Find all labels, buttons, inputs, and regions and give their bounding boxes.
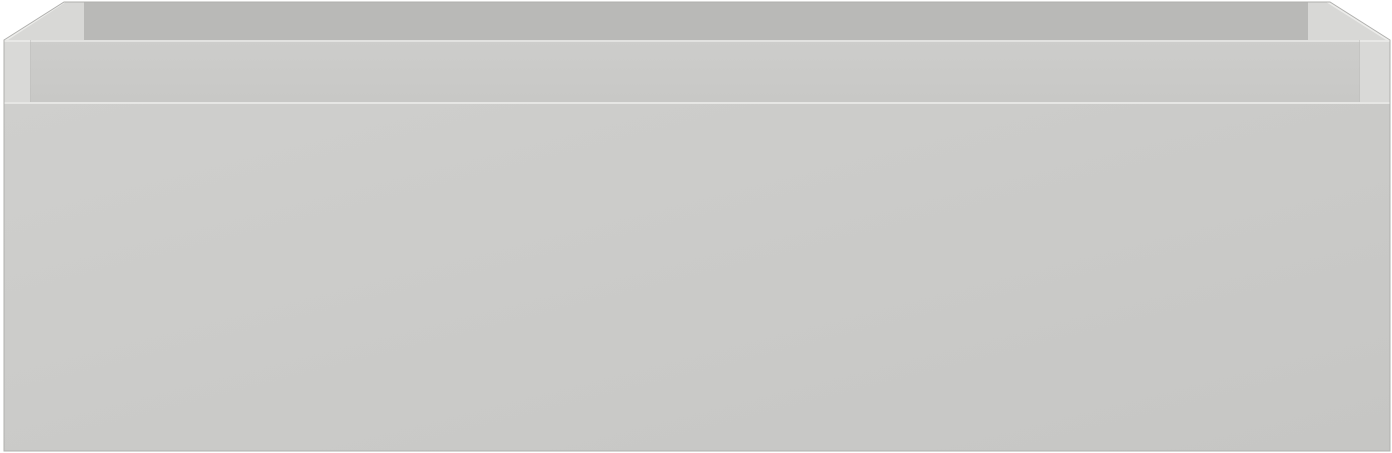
drawer-back-rim <box>84 2 1308 40</box>
drawer-box-illustration <box>3 1 1391 452</box>
drawer-front-panel <box>4 102 1390 451</box>
drawer-left-post <box>4 40 30 102</box>
drawer-render <box>0 0 1392 453</box>
drawer-right-post <box>1360 40 1390 102</box>
drawer-inner-panel <box>30 40 1360 102</box>
